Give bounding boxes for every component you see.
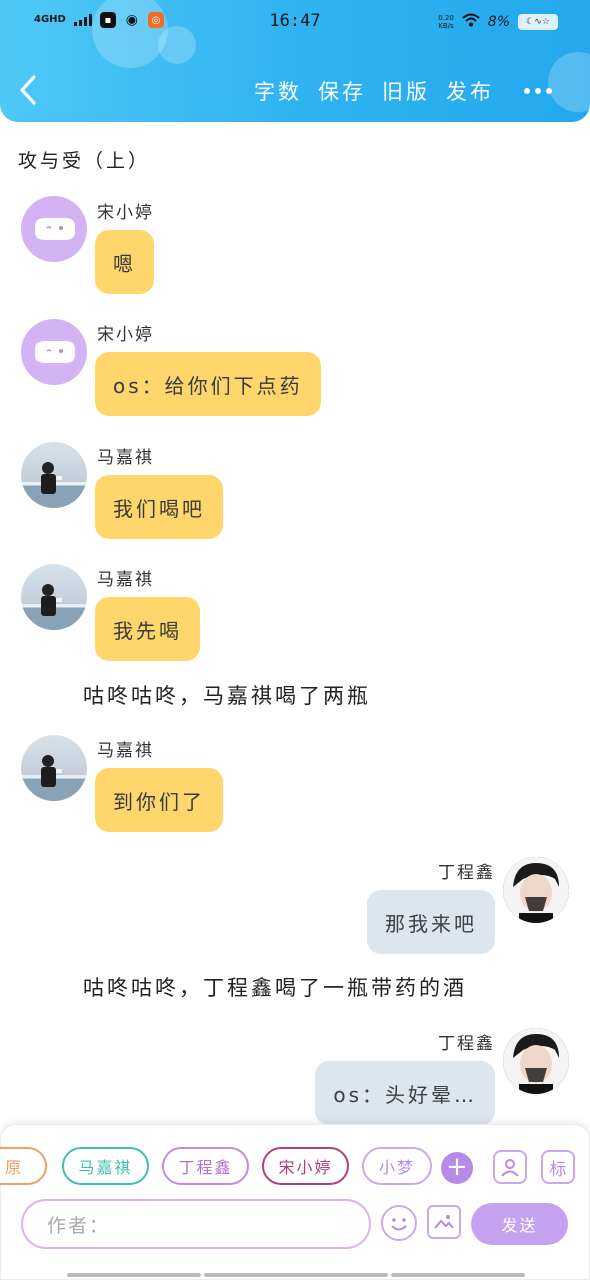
role-chip[interactable]: 原 [0, 1147, 47, 1185]
role-chip[interactable]: 宋小婷 [262, 1147, 349, 1185]
person-photo-icon [503, 857, 569, 923]
back-button[interactable] [18, 74, 48, 108]
sender-name: 马嘉祺 [97, 570, 154, 590]
battery-icon: ☾∿☆ [518, 13, 558, 30]
sender-name: 马嘉祺 [97, 741, 154, 761]
sender-name: 丁程鑫 [438, 863, 495, 883]
person-photo-icon [21, 755, 87, 801]
home-indicator [391, 1273, 525, 1277]
save-button[interactable]: 保存 [318, 76, 366, 106]
tag-button[interactable]: 标 [541, 1150, 575, 1184]
status-bar: 4GHD ▪ ◉ ◎ 16:47 0.20 KB/s 8% ☾∿☆ [0, 0, 590, 44]
top-app-bar: 4GHD ▪ ◉ ◎ 16:47 0.20 KB/s 8% ☾∿☆ 字数 保存 … [0, 0, 590, 122]
role-chip[interactable]: 丁程鑫 [162, 1147, 249, 1185]
home-indicator [204, 1273, 388, 1277]
narration-text[interactable]: 咕咚咕咚，马嘉祺喝了两瓶 [83, 680, 371, 710]
more-button[interactable] [524, 88, 552, 94]
message-bubble[interactable]: 我们喝吧 [95, 475, 223, 539]
image-button[interactable] [427, 1205, 461, 1239]
chevron-left-icon [20, 75, 36, 105]
sender-name: 宋小婷 [97, 325, 154, 345]
narration-text[interactable]: 咕咚咕咚，丁程鑫喝了一瓶带药的酒 [83, 972, 467, 1002]
avatar[interactable] [21, 196, 87, 262]
old-version-button[interactable]: 旧版 [382, 76, 430, 106]
editor-toolbar: 原 马嘉祺 丁程鑫 宋小婷 小梦 + 标 作者： 发送 [0, 1124, 590, 1280]
cloud-face-icon [35, 218, 75, 240]
message-bubble[interactable]: os：头好晕… [315, 1061, 495, 1125]
message-bubble[interactable]: 嗯 [95, 230, 154, 294]
person-photo-icon [503, 1028, 569, 1094]
role-profile-button[interactable] [493, 1150, 527, 1184]
send-button[interactable]: 发送 [471, 1203, 568, 1245]
image-icon [434, 1215, 454, 1229]
message-bubble[interactable]: 到你们了 [95, 768, 223, 832]
sender-name: 马嘉祺 [97, 448, 154, 468]
avatar[interactable] [21, 319, 87, 385]
header-decoration-bubble [548, 52, 590, 112]
home-indicator [67, 1273, 201, 1277]
sender-name: 宋小婷 [97, 203, 154, 223]
battery-percent: 8% [487, 13, 510, 30]
avatar[interactable] [503, 857, 569, 923]
avatar[interactable] [21, 735, 87, 801]
chapter-title: 攻与受（上） [18, 150, 151, 172]
header-actions: 字数 保存 旧版 发布 [254, 76, 494, 106]
person-photo-icon [21, 584, 87, 630]
smiley-icon [391, 1218, 407, 1231]
role-chip[interactable]: 小梦 [362, 1147, 432, 1185]
net-speed: 0.20 KB/s [438, 13, 454, 30]
person-photo-icon [21, 462, 87, 508]
author-input[interactable]: 作者： [21, 1199, 371, 1249]
wifi-icon [462, 12, 480, 31]
word-count-button[interactable]: 字数 [254, 76, 302, 106]
avatar[interactable] [21, 442, 87, 508]
cloud-face-icon [35, 341, 75, 363]
status-right: 0.20 KB/s 8% ☾∿☆ [438, 12, 558, 31]
sender-name: 丁程鑫 [438, 1034, 495, 1054]
message-bubble[interactable]: os：给你们下点药 [95, 352, 321, 416]
emoji-button[interactable] [381, 1205, 417, 1241]
publish-button[interactable]: 发布 [446, 76, 494, 106]
avatar[interactable] [21, 564, 87, 630]
more-dots-icon [524, 88, 530, 94]
message-bubble[interactable]: 我先喝 [95, 597, 200, 661]
role-chip[interactable]: 马嘉祺 [62, 1147, 149, 1185]
person-card-icon [501, 1159, 519, 1177]
message-bubble[interactable]: 那我来吧 [367, 890, 495, 954]
avatar[interactable] [503, 1028, 569, 1094]
add-role-button[interactable]: + [441, 1152, 473, 1184]
